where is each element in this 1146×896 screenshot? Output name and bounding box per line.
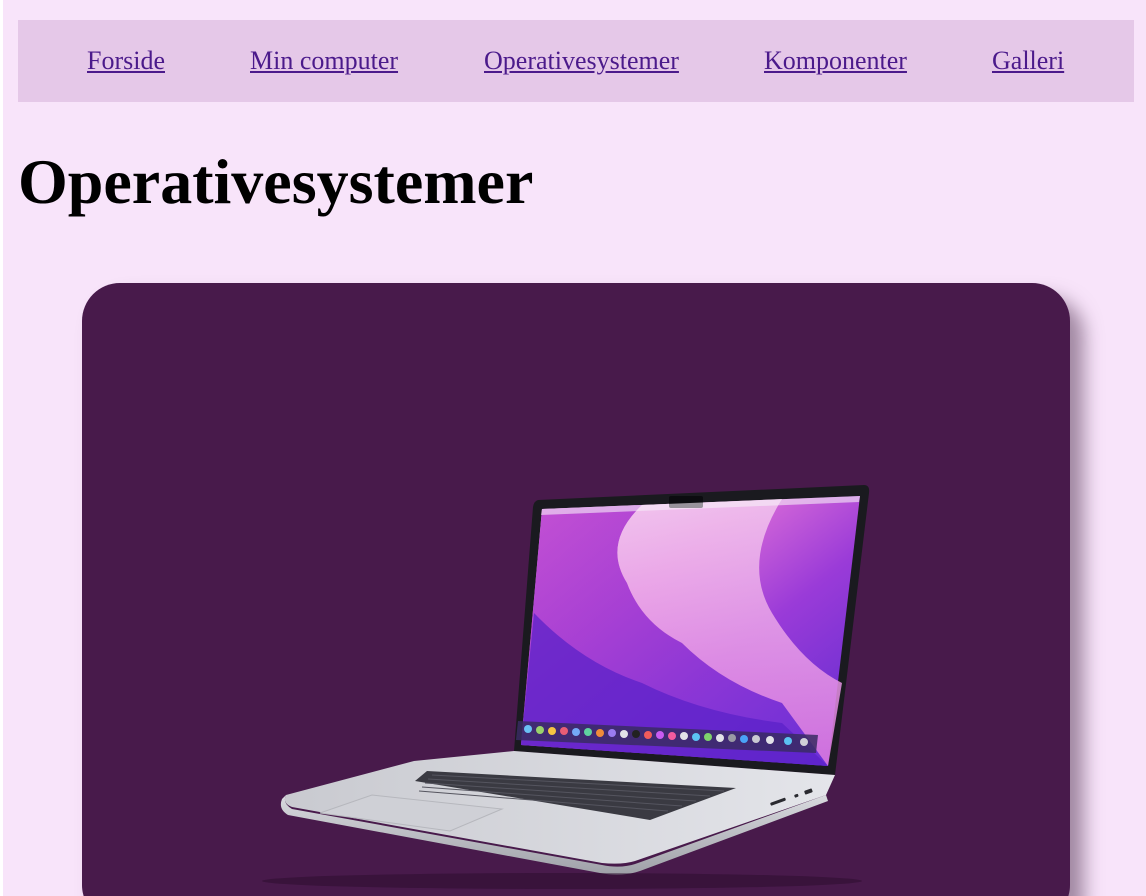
navigation-bar: Forside Min computer Operativesystemer K… [18, 20, 1134, 102]
window-edge [0, 0, 3, 896]
nav-link-komponenter[interactable]: Komponenter [764, 46, 907, 76]
hero-image-card [82, 283, 1070, 896]
page: Forside Min computer Operativesystemer K… [0, 0, 1146, 896]
nav-link-forside[interactable]: Forside [87, 46, 165, 76]
nav-link-min-computer[interactable]: Min computer [250, 46, 398, 76]
page-title: Operativesystemer [18, 146, 534, 217]
nav-link-operativesystemer[interactable]: Operativesystemer [484, 46, 679, 76]
laptop-image [262, 485, 870, 889]
nav-link-galleri[interactable]: Galleri [992, 46, 1064, 76]
